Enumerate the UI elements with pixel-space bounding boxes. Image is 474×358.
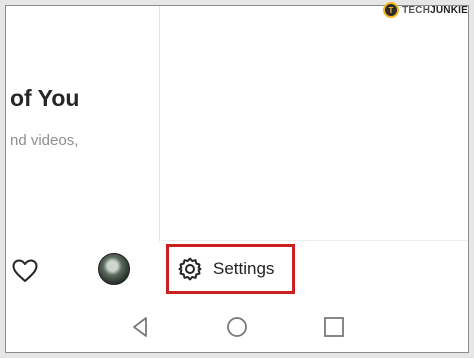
home-icon[interactable] (224, 314, 250, 340)
gear-icon (178, 257, 202, 281)
techjunkie-watermark: T TECHJUNKIE (383, 0, 468, 20)
recents-icon[interactable] (321, 314, 347, 340)
watermark-text-junkie: JUNKIE (430, 4, 468, 16)
watermark-text: TECHJUNKIE (402, 5, 468, 16)
settings-label: Settings (213, 259, 275, 278)
back-icon[interactable] (127, 314, 153, 340)
content-pane: of You nd videos, (6, 6, 160, 241)
drawer-blank-area (161, 6, 468, 241)
profile-avatar[interactable] (98, 253, 130, 285)
page-heading: of You (10, 85, 80, 111)
app-screen: of You nd videos, Settings (5, 5, 469, 353)
watermark-logo-icon: T (383, 2, 400, 18)
settings-menu-item[interactable]: Settings (166, 244, 295, 294)
bottom-tab-bar (6, 242, 160, 302)
heart-icon[interactable] (12, 259, 38, 283)
watermark-text-tech: TECH (402, 4, 431, 16)
android-nav-bar (6, 304, 468, 352)
page-subtext: nd videos, (10, 132, 79, 149)
